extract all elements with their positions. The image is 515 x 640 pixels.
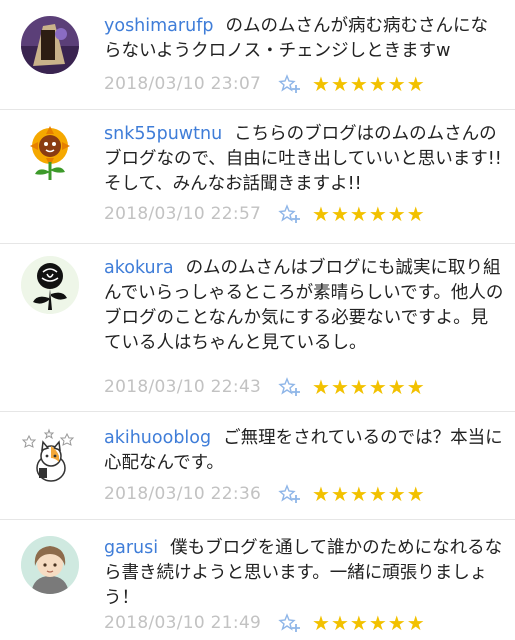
comment-item: snk55puwtnu こちらのブログはのムのムさんのブログなので、自由に吐き出し… [0, 110, 515, 244]
star-icon: ★ [330, 202, 349, 226]
star-icon: ★ [312, 611, 330, 635]
comment-body: yoshimarufp のムのムさんが病む病むさんにならないようクロノス・チェンジ… [104, 14, 504, 64]
comment-meta: 2018/03/10 22:43 ★ ★ ★ ★ ★ ★ [104, 373, 426, 401]
star-icon: ★ [387, 375, 406, 399]
comment-body: garusi 僕もブログを通して誰かのためになれるなら書き続けようと思います。一緒… [104, 536, 504, 611]
star-list: ★ ★ ★ ★ ★ ★ [312, 203, 426, 225]
star-icon: ★ [330, 375, 349, 399]
star-list: ★ ★ ★ ★ ★ ★ [312, 73, 426, 95]
avatar[interactable] [21, 124, 79, 182]
star-icon: ★ [312, 482, 330, 506]
comment-text: 僕もブログを通して誰かのためになれるなら書き続けようと思います。一緒に頑張りまし… [104, 538, 503, 608]
username-link[interactable]: garusi [104, 538, 158, 558]
star-plus-icon[interactable] [278, 202, 302, 226]
comment-item: garusi 僕もブログを通して誰かのためになれるなら書き続けようと思います。一緒… [0, 520, 515, 640]
comment-item: akokura のムのムさんはブログにも誠実に取り組んでいらっしゃるところが素晴ら… [0, 244, 515, 412]
star-icon: ★ [312, 72, 330, 96]
username-link[interactable]: akihuooblog [104, 428, 211, 448]
star-list: ★ ★ ★ ★ ★ ★ [312, 376, 426, 398]
star-icon: ★ [406, 72, 425, 96]
star-icon: ★ [330, 72, 349, 96]
comment-item: yoshimarufp のムのムさんが病む病むさんにならないようクロノス・チェンジ… [0, 0, 515, 110]
comment-meta: 2018/03/10 22:57 ★ ★ ★ ★ ★ ★ [104, 200, 426, 228]
star-icon: ★ [368, 72, 387, 96]
comment-body: akokura のムのムさんはブログにも誠実に取り組んでいらっしゃるところが素晴ら… [104, 256, 504, 356]
comment-body: akihuooblog ご無理をされているのでは？本当に心配なんです。 [104, 426, 504, 476]
timestamp: 2018/03/10 22:43 [104, 377, 262, 397]
star-plus-icon[interactable] [278, 482, 302, 506]
timestamp: 2018/03/10 23:07 [104, 74, 262, 94]
star-icon: ★ [330, 611, 349, 635]
star-icon: ★ [368, 611, 387, 635]
avatar[interactable] [21, 536, 79, 594]
comment-meta: 2018/03/10 22:36 ★ ★ ★ ★ ★ ★ [104, 480, 426, 508]
avatar[interactable] [21, 428, 79, 486]
timestamp: 2018/03/10 22:36 [104, 484, 262, 504]
star-icon: ★ [406, 202, 425, 226]
star-icon: ★ [368, 482, 387, 506]
avatar[interactable] [21, 256, 79, 314]
username-link[interactable]: yoshimarufp [104, 16, 213, 36]
star-icon: ★ [406, 611, 425, 635]
star-plus-icon[interactable] [278, 72, 302, 96]
comment-body: snk55puwtnu こちらのブログはのムのムさんのブログなので、自由に吐き出し… [104, 122, 504, 197]
star-icon: ★ [312, 202, 330, 226]
star-icon: ★ [387, 611, 406, 635]
comment-item: akihuooblog ご無理をされているのでは？本当に心配なんです。 2018/… [0, 412, 515, 520]
star-plus-icon[interactable] [278, 611, 302, 635]
star-plus-icon[interactable] [278, 375, 302, 399]
star-icon: ★ [312, 375, 330, 399]
timestamp: 2018/03/10 22:57 [104, 204, 262, 224]
star-icon: ★ [349, 482, 368, 506]
comment-meta: 2018/03/10 23:07 ★ ★ ★ ★ ★ ★ [104, 70, 426, 98]
star-icon: ★ [349, 202, 368, 226]
star-icon: ★ [330, 482, 349, 506]
star-icon: ★ [387, 482, 406, 506]
star-icon: ★ [406, 375, 425, 399]
avatar[interactable] [21, 16, 79, 74]
star-list: ★ ★ ★ ★ ★ ★ [312, 612, 426, 634]
star-icon: ★ [368, 375, 387, 399]
star-icon: ★ [368, 202, 387, 226]
star-icon: ★ [349, 72, 368, 96]
star-icon: ★ [387, 202, 406, 226]
username-link[interactable]: snk55puwtnu [104, 124, 222, 144]
comment-meta: 2018/03/10 21:49 ★ ★ ★ ★ ★ ★ [104, 609, 426, 637]
timestamp: 2018/03/10 21:49 [104, 613, 262, 633]
star-icon: ★ [349, 375, 368, 399]
star-list: ★ ★ ★ ★ ★ ★ [312, 483, 426, 505]
star-icon: ★ [387, 72, 406, 96]
star-icon: ★ [349, 611, 368, 635]
username-link[interactable]: akokura [104, 258, 174, 278]
star-icon: ★ [406, 482, 425, 506]
